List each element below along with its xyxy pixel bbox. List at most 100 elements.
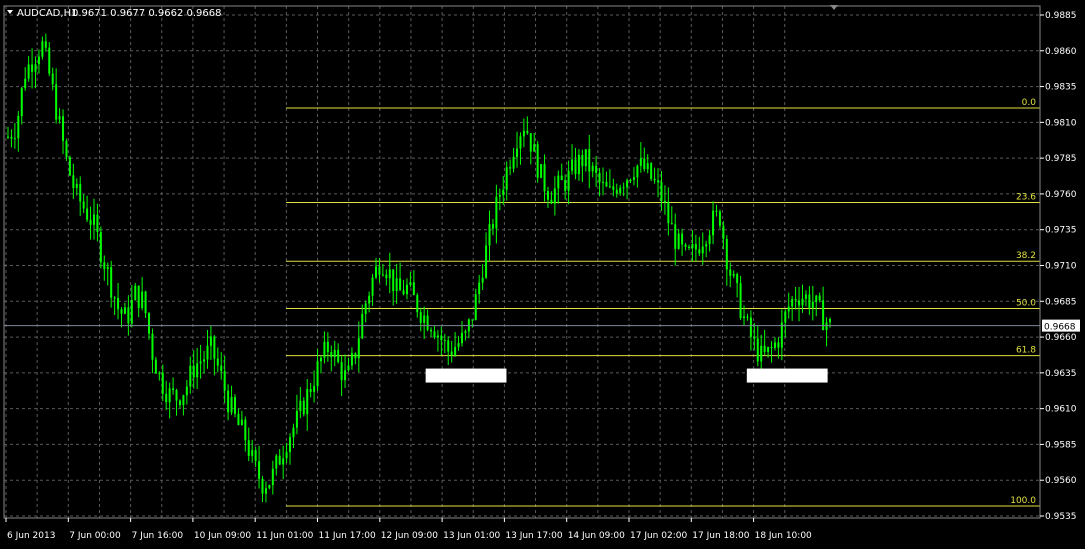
candle-body <box>529 133 532 152</box>
candle-body <box>577 154 580 175</box>
candle-body <box>182 395 185 406</box>
candle-body <box>347 365 350 371</box>
candle-body <box>268 485 271 489</box>
candle-body <box>62 116 65 141</box>
candle-body <box>340 362 343 381</box>
candle-body <box>144 291 147 314</box>
x-tick-label: 17 Jun 18:00 <box>692 531 749 541</box>
candle-body <box>512 156 515 169</box>
candle-body <box>550 199 553 204</box>
chart-window[interactable]: 0.0 23.6 38.2 50.0 61.8 100.0 0.9885 0.9860 0.9… <box>0 0 1085 545</box>
candle-body <box>216 358 219 366</box>
candle-body <box>595 165 598 173</box>
candle-body <box>773 342 776 348</box>
candle-body <box>436 335 439 338</box>
candle-body <box>657 180 660 183</box>
candle-body <box>684 244 687 247</box>
candle-body <box>474 294 477 321</box>
x-tick-label: 11 Jun 17:00 <box>319 531 376 541</box>
candle-body <box>447 340 450 352</box>
candle-body <box>203 359 206 362</box>
candle-body <box>402 290 405 295</box>
candle-body <box>375 266 378 278</box>
candle-body <box>729 269 732 276</box>
candle-body <box>27 64 30 79</box>
chart-quote: 0.9671 0.9677 0.9662 0.9668 <box>72 8 222 19</box>
x-tick-label: 11 Jun 01:00 <box>256 531 313 541</box>
candle-body <box>749 317 752 337</box>
y-tick-label: 0.9735 <box>1045 226 1077 236</box>
candle-body <box>763 345 766 352</box>
candle-body <box>698 249 701 254</box>
y-tick-label: 0.9885 <box>1045 11 1077 21</box>
candle-body <box>495 196 498 229</box>
highlight-marker <box>425 368 507 383</box>
candle-body <box>31 64 34 72</box>
candle-body <box>653 178 656 181</box>
candle-body <box>784 311 787 323</box>
candle-body <box>536 144 539 178</box>
candle-body <box>825 322 828 330</box>
y-tick-label: 0.9610 <box>1045 405 1077 415</box>
candle-body <box>423 315 426 323</box>
candle-body <box>460 332 463 344</box>
candle-body <box>450 351 453 356</box>
candle-body <box>791 299 794 307</box>
candle-body <box>588 149 591 172</box>
candle-body <box>804 294 807 299</box>
candle-body <box>92 214 95 225</box>
candle-body <box>681 233 684 245</box>
candle-body <box>426 315 429 330</box>
candle-body <box>571 159 574 171</box>
candle-body <box>533 144 536 152</box>
candle-body <box>581 154 584 167</box>
candle-body <box>51 73 54 85</box>
candle-body <box>254 450 257 462</box>
candle-body <box>643 158 646 170</box>
candle-body <box>302 400 305 415</box>
candle-body <box>344 370 347 381</box>
candle-body <box>405 284 408 295</box>
candle-body <box>189 365 192 387</box>
candle-body <box>760 345 763 362</box>
y-tick-label: 0.9635 <box>1045 369 1077 379</box>
candle-body <box>103 262 106 269</box>
candle-body <box>337 349 340 363</box>
candle-body <box>553 188 556 204</box>
candle-body <box>829 319 831 323</box>
candle-body <box>399 278 402 291</box>
candle-body <box>110 267 113 298</box>
candle-body <box>687 246 690 249</box>
candle-body <box>148 313 151 334</box>
candle-body <box>278 455 281 465</box>
candle-body <box>519 136 522 149</box>
candle-body <box>213 336 216 359</box>
candle-body <box>350 353 353 366</box>
candle-body <box>206 345 209 360</box>
candle-body <box>295 411 298 428</box>
candle-body <box>440 335 443 341</box>
candle-body <box>319 357 322 362</box>
candle-body <box>130 300 133 324</box>
candle-body <box>794 299 797 301</box>
candle-body <box>161 372 164 394</box>
x-tick-label: 18 Jun 10:00 <box>755 531 812 541</box>
candle-body <box>416 295 419 313</box>
x-tick-label: 13 Jun 17:00 <box>505 531 562 541</box>
candle-body <box>739 283 742 319</box>
candle-body <box>430 329 433 332</box>
candle-body <box>65 140 68 158</box>
candle-body <box>292 427 295 438</box>
candle-body <box>777 342 780 348</box>
candle-body <box>705 244 708 247</box>
candle-body <box>560 175 563 181</box>
candle-body <box>392 269 395 292</box>
candle-body <box>485 245 488 278</box>
candle-body <box>364 303 367 314</box>
candle-body <box>746 316 749 318</box>
price-chart[interactable]: 0.0 23.6 38.2 50.0 61.8 100.0 0.9885 0.9860 0.9… <box>0 0 1085 545</box>
candle-body <box>412 282 415 296</box>
candle-body <box>409 282 412 285</box>
candle-body <box>715 210 718 212</box>
candle-body <box>154 359 157 374</box>
